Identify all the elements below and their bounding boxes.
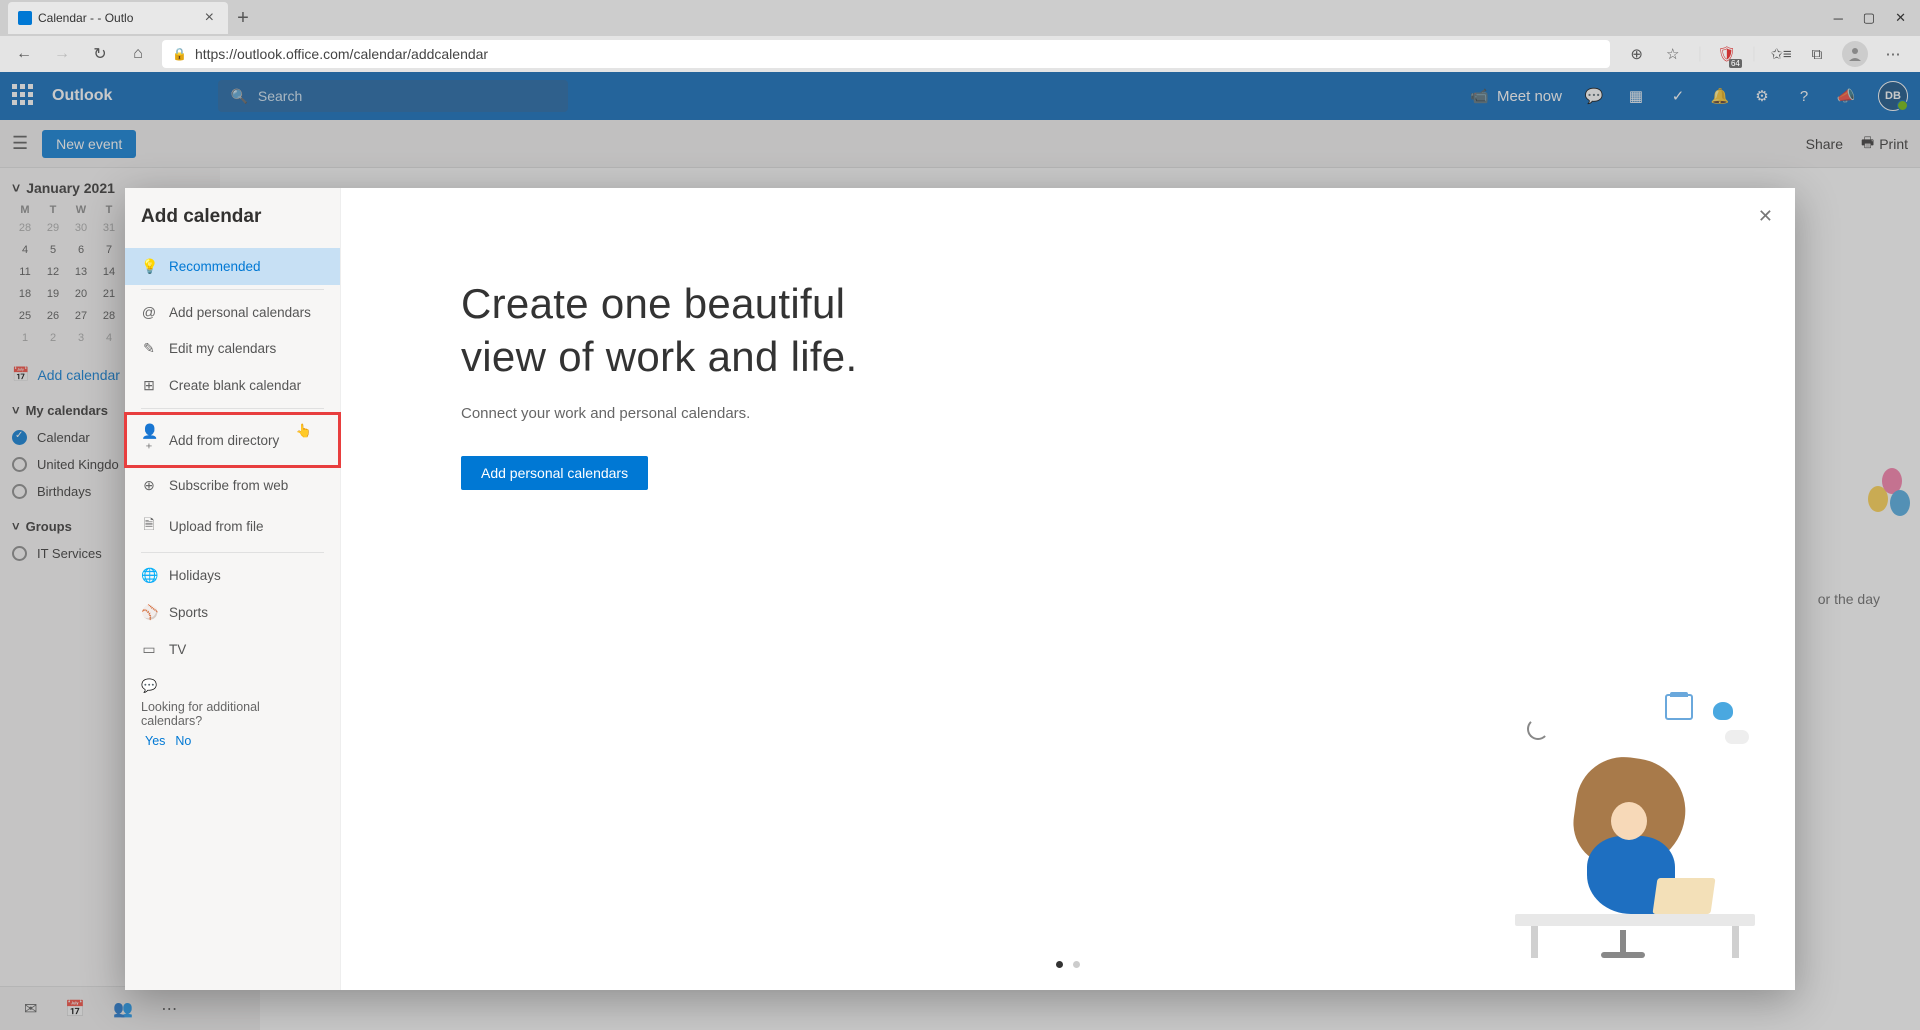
menu-item-icon: ✎ <box>141 340 157 357</box>
address-bar[interactable]: 🔒 https://outlook.office.com/calendar/ad… <box>162 40 1610 68</box>
feedback-icon: 💬 <box>141 678 157 694</box>
lock-icon: 🔒 <box>172 47 187 61</box>
back-button[interactable]: ← <box>10 40 38 68</box>
menu-item-label: Subscribe from web <box>169 478 288 493</box>
menu-item-tv[interactable]: ▭ TV <box>125 631 340 668</box>
add-page-icon[interactable]: ⊕ <box>1626 43 1648 65</box>
menu-item-subscribe-from-web[interactable]: ⊕ Subscribe from web <box>125 467 340 504</box>
refresh-button[interactable]: ↻ <box>86 40 114 68</box>
browser-chrome: Calendar - - Outlo × + ─ ▢ ✕ ← → ↻ ⌂ 🔒 h… <box>0 0 1920 72</box>
menu-item-add-personal-calendars[interactable]: @ Add personal calendars <box>125 294 340 330</box>
cursor-icon: 👆 <box>296 423 312 439</box>
menu-item-edit-my-calendars[interactable]: ✎ Edit my calendars <box>125 330 340 367</box>
menu-item-icon: ⊕ <box>141 477 157 494</box>
menu-item-icon: ▭ <box>141 641 157 658</box>
menu-item-sports[interactable]: ⚾ Sports <box>125 594 340 631</box>
home-button[interactable]: ⌂ <box>124 40 152 68</box>
menu-divider <box>141 408 324 409</box>
menu-item-label: Recommended <box>169 259 261 274</box>
menu-item-create-blank-calendar[interactable]: ⊞ Create blank calendar <box>125 367 340 404</box>
collections-icon[interactable]: ⧉ <box>1806 43 1828 65</box>
window-controls: ─ ▢ ✕ <box>1834 10 1920 26</box>
menu-item-icon: 👤⁺ <box>141 423 157 457</box>
modal-sidebar: Add calendar 💡 Recommended @ Add personal c… <box>125 188 341 990</box>
menu-item-icon: 🌐 <box>141 567 157 584</box>
tab-close-icon[interactable]: × <box>201 9 218 27</box>
menu-divider <box>141 289 324 290</box>
menu-item-label: TV <box>169 642 186 657</box>
adblock-extension-icon[interactable]: 🛡 <box>1716 43 1738 65</box>
carousel-dot-2[interactable] <box>1073 961 1080 968</box>
maximize-icon[interactable]: ▢ <box>1863 10 1875 26</box>
menu-item-label: Holidays <box>169 568 221 583</box>
menu-item-recommended[interactable]: 💡 Recommended <box>125 248 340 285</box>
hero-title: Create one beautiful view of work and li… <box>461 278 1795 383</box>
tab-title: Calendar - - Outlo <box>38 11 133 25</box>
menu-item-holidays[interactable]: 🌐 Holidays <box>125 557 340 594</box>
tab-bar: Calendar - - Outlo × + ─ ▢ ✕ <box>0 0 1920 36</box>
feedback-yes-link[interactable]: Yes <box>145 734 165 748</box>
modal-content: ✕ Create one beautiful view of work and … <box>341 188 1795 990</box>
add-calendar-modal: Add calendar 💡 Recommended @ Add personal c… <box>125 188 1795 990</box>
minimize-icon[interactable]: ─ <box>1834 11 1843 26</box>
toolbar-right: ⊕ ☆ | 🛡 | ✩≡ ⧉ ⋯ <box>1620 41 1910 67</box>
menu-item-label: Add personal calendars <box>169 305 311 320</box>
favorites-list-icon[interactable]: ✩≡ <box>1770 43 1792 65</box>
menu-divider <box>141 552 324 553</box>
menu-item-icon: 🗎 <box>141 514 157 538</box>
modal-close-button[interactable]: ✕ <box>1758 206 1773 227</box>
menu-item-label: Sports <box>169 605 208 620</box>
menu-item-label: Add from directory <box>169 433 279 448</box>
menu-item-add-from-directory[interactable]: 👤⁺ Add from directory 👆 <box>125 413 340 467</box>
menu-item-icon: ⚾ <box>141 604 157 621</box>
menu-item-label: Create blank calendar <box>169 378 301 393</box>
forward-button[interactable]: → <box>48 40 76 68</box>
menu-item-upload-from-file[interactable]: 🗎 Upload from file <box>125 504 340 548</box>
menu-item-icon: ⊞ <box>141 377 157 394</box>
browser-tab[interactable]: Calendar - - Outlo × <box>8 2 228 34</box>
modal-title: Add calendar <box>125 206 340 248</box>
address-bar-row: ← → ↻ ⌂ 🔒 https://outlook.office.com/cal… <box>0 36 1920 72</box>
menu-icon[interactable]: ⋯ <box>1882 43 1904 65</box>
add-personal-calendars-button[interactable]: Add personal calendars <box>461 456 648 490</box>
new-tab-button[interactable]: + <box>228 7 258 30</box>
menu-item-icon: 💡 <box>141 258 157 275</box>
hero-subtitle: Connect your work and personal calendars… <box>461 405 1795 422</box>
carousel-dot-1[interactable] <box>1056 961 1063 968</box>
url-text: https://outlook.office.com/calendar/addc… <box>195 46 488 62</box>
favorite-icon[interactable]: ☆ <box>1662 43 1684 65</box>
menu-item-label: Upload from file <box>169 519 264 534</box>
modal-feedback: 💬 Looking for additional calendars? Yes … <box>125 668 340 758</box>
calendar-favicon <box>18 11 32 25</box>
menu-item-label: Edit my calendars <box>169 341 276 356</box>
profile-icon[interactable] <box>1842 41 1868 67</box>
menu-item-icon: @ <box>141 304 157 320</box>
hero-illustration <box>1515 690 1755 940</box>
feedback-no-link[interactable]: No <box>175 734 191 748</box>
carousel-dots[interactable] <box>1056 961 1080 968</box>
close-window-icon[interactable]: ✕ <box>1895 10 1906 26</box>
